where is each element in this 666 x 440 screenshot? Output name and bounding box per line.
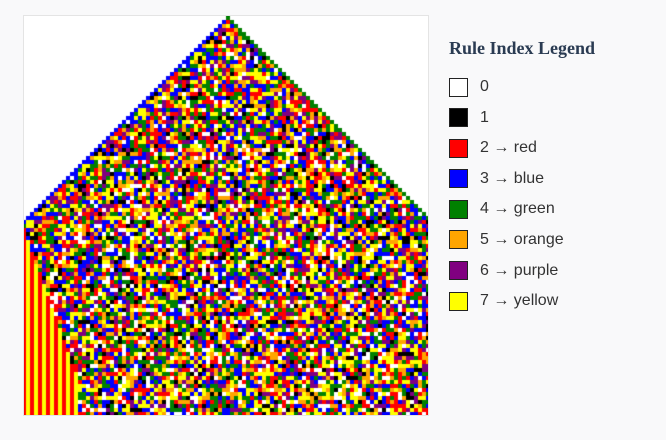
legend-item: 2 → red bbox=[449, 137, 659, 159]
legend-item: 4 → green bbox=[449, 198, 659, 220]
cellular-automaton-canvas bbox=[24, 16, 428, 415]
legend-label: 2 → red bbox=[480, 139, 537, 157]
legend-label: 7 → yellow bbox=[480, 292, 559, 310]
legend-label: 1 bbox=[480, 108, 489, 126]
legend-label: 4 → green bbox=[480, 200, 555, 218]
legend-swatch bbox=[449, 108, 468, 128]
legend-items: 0 1 2 → red 3 → blue 4 → green 5 → orange 6 → … bbox=[449, 76, 659, 312]
legend-label: 5 → orange bbox=[480, 230, 564, 248]
legend-swatch bbox=[449, 230, 468, 250]
legend-title: Rule Index Legend bbox=[449, 38, 596, 58]
legend-item: 5 → orange bbox=[449, 229, 659, 251]
legend-swatch bbox=[449, 77, 468, 97]
legend-label: 3 → blue bbox=[480, 169, 545, 187]
legend-item: 7 → yellow bbox=[449, 290, 659, 312]
legend-item: 3 → blue bbox=[449, 168, 659, 190]
legend-swatch bbox=[449, 199, 468, 219]
legend-swatch bbox=[449, 291, 468, 311]
automaton-canvas-frame bbox=[23, 15, 429, 416]
legend-swatch bbox=[449, 169, 468, 189]
legend-item: 0 bbox=[449, 76, 659, 98]
legend-label: 0 bbox=[480, 78, 489, 95]
legend-swatch bbox=[449, 138, 468, 158]
legend-swatch bbox=[449, 261, 468, 281]
legend-item: 6 → purple bbox=[449, 260, 659, 282]
rule-index-legend: Rule Index Legend 0 1 2 → red 3 → blue 4 → g… bbox=[449, 38, 659, 321]
legend-label: 6 → purple bbox=[480, 261, 559, 279]
legend-item: 1 bbox=[449, 107, 659, 129]
